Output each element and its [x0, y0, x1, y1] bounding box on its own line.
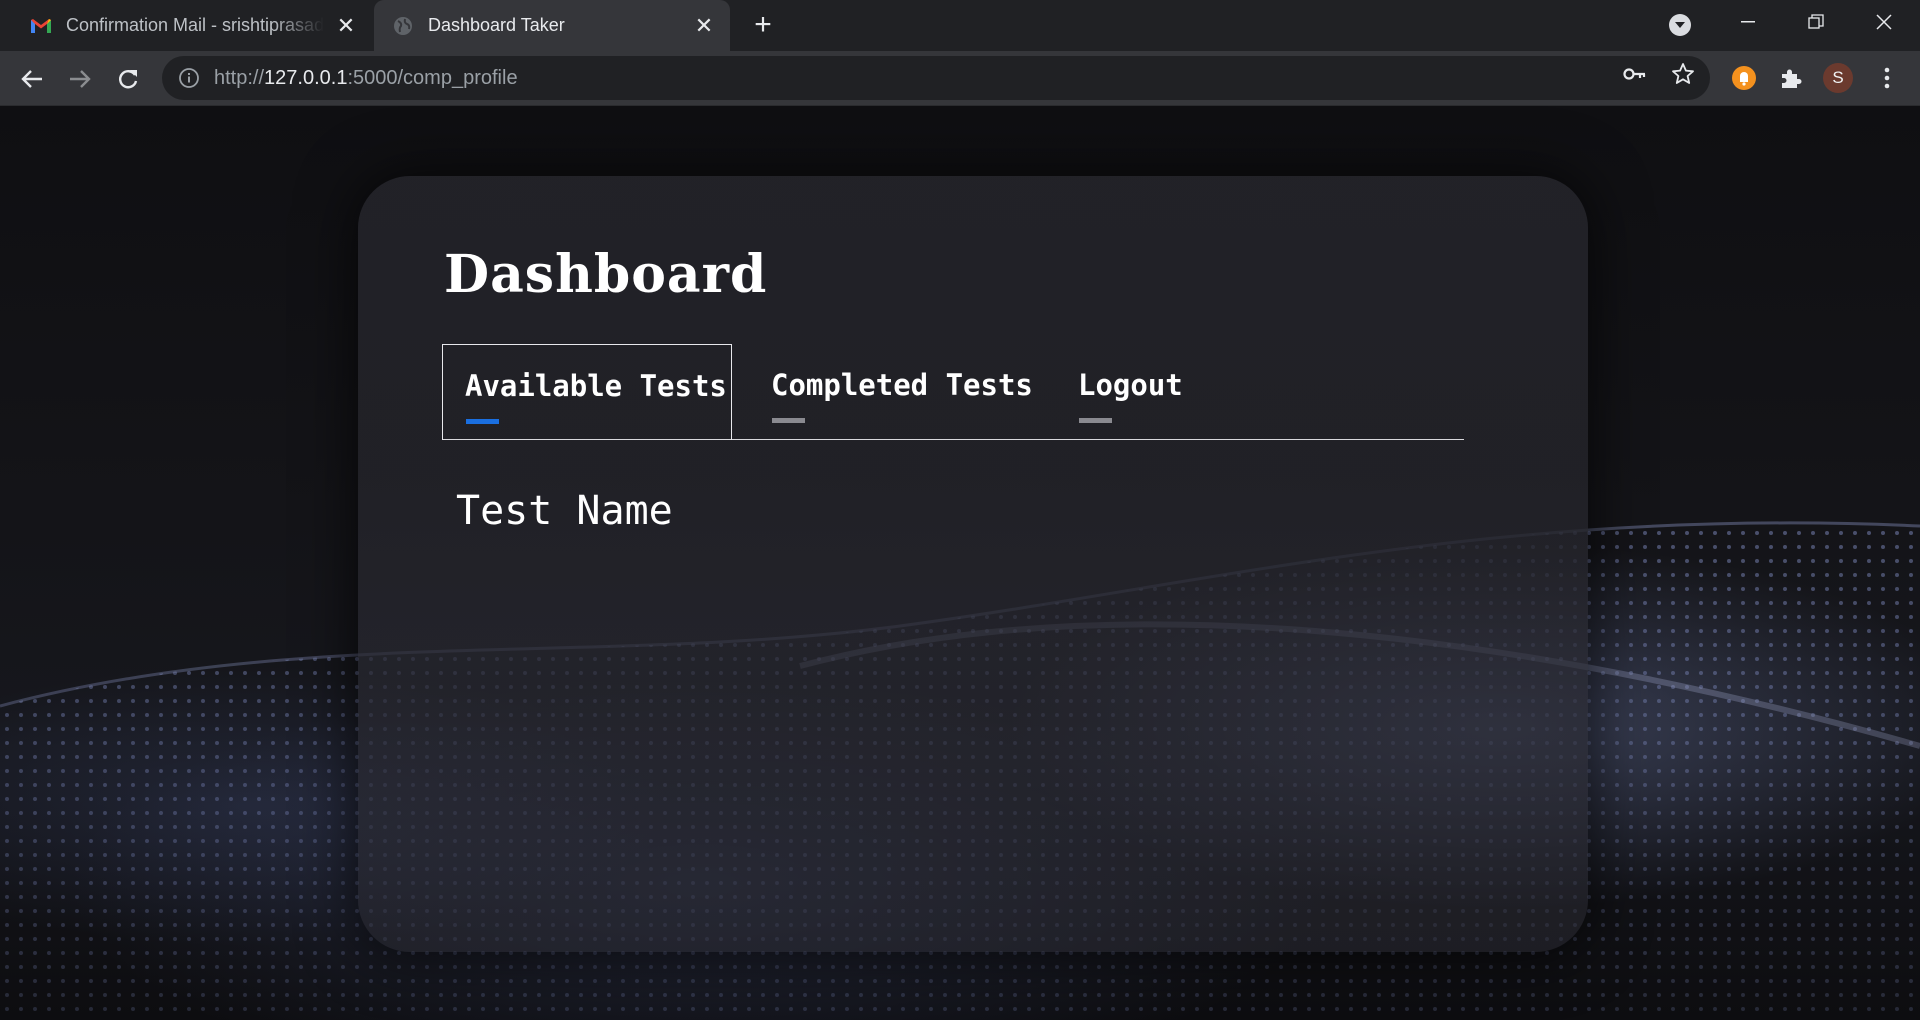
restore-button[interactable] [1786, 0, 1846, 44]
minimize-button[interactable] [1718, 0, 1778, 44]
dashboard-card: Dashboard Available Tests Completed Test… [358, 176, 1588, 952]
gmail-icon [30, 15, 52, 37]
page-title: Dashboard [444, 244, 768, 305]
tab-title: Dashboard Taker [428, 15, 565, 35]
reload-button[interactable] [112, 63, 144, 95]
menu-kebab-icon[interactable] [1872, 63, 1902, 93]
close-window-button[interactable] [1854, 0, 1914, 44]
browser-tab-dashboard[interactable]: Dashboard Taker ✕ [374, 0, 730, 51]
forward-arrow-icon [70, 70, 91, 88]
tab-search-button[interactable] [1669, 14, 1691, 36]
tab-label: Completed Tests [771, 368, 1033, 402]
key-icon[interactable] [1623, 62, 1647, 86]
test-name-column-header: Test Name [456, 488, 673, 534]
restore-icon [1808, 14, 1824, 29]
notification-extension-icon[interactable] [1729, 63, 1759, 93]
minimize-icon [1741, 21, 1755, 23]
profile-avatar[interactable]: S [1823, 63, 1853, 93]
address-bar[interactable]: http://127.0.0.1:5000/comp_profile [162, 56, 1710, 100]
tab-title: Confirmation Mail - srishtiprasad [66, 15, 324, 35]
info-icon[interactable] [178, 67, 200, 89]
new-tab-button[interactable]: + [748, 10, 778, 41]
url-host: 127.0.0.1 [264, 66, 348, 89]
close-icon[interactable]: ✕ [332, 12, 360, 40]
puzzle-extensions-icon[interactable] [1776, 63, 1806, 93]
tab-label: Logout [1078, 368, 1183, 402]
url-scheme: http:// [214, 66, 265, 89]
browser-tab-strip: Confirmation Mail - srishtiprasad ✕ Dash… [0, 0, 1920, 51]
globe-icon [392, 15, 414, 37]
url-path: :5000/comp_profile [347, 66, 518, 89]
tab-indicator [1079, 418, 1112, 423]
url-text: http://127.0.0.1:5000/comp_profile [214, 67, 518, 90]
dashboard-tabs: Available Tests Completed Tests Logout [442, 344, 1464, 440]
tab-indicator [466, 419, 499, 424]
star-icon[interactable] [1671, 62, 1695, 86]
close-icon [1876, 14, 1892, 30]
tab-available-tests[interactable]: Available Tests [442, 344, 732, 440]
back-button[interactable] [16, 63, 48, 95]
browser-tab-gmail[interactable]: Confirmation Mail - srishtiprasad ✕ [12, 0, 372, 51]
browser-toolbar: http://127.0.0.1:5000/comp_profile S [0, 51, 1920, 106]
close-icon[interactable]: ✕ [690, 12, 718, 40]
tab-logout[interactable]: Logout [1056, 344, 1196, 440]
tab-label: Available Tests [465, 369, 727, 403]
tab-indicator [772, 418, 805, 423]
chevron-down-icon [1675, 22, 1685, 28]
back-arrow-icon [21, 70, 42, 88]
reload-icon [119, 70, 138, 89]
tab-completed-tests[interactable]: Completed Tests [749, 344, 1033, 440]
forward-button[interactable] [64, 63, 96, 95]
page-background: Dashboard Available Tests Completed Test… [0, 106, 1920, 1020]
